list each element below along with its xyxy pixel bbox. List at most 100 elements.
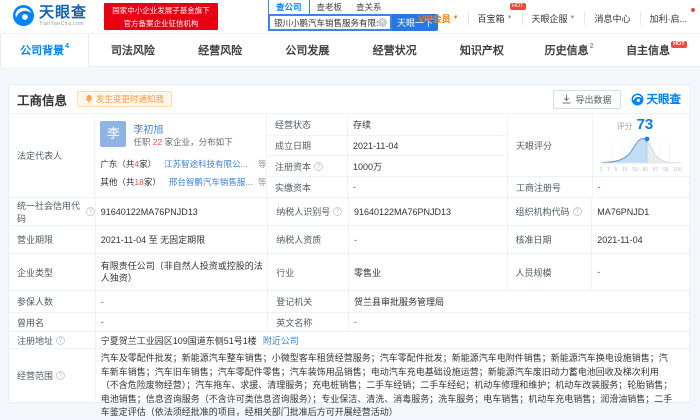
tab-company-background[interactable]: 公司背景 4: [0, 34, 90, 67]
company-nav-tabs: 公司背景 4 司法风险 经营风险 公司发展 经营状况 知识产权 历史信息 2 自主信…: [0, 33, 700, 67]
menu-enterprise-service[interactable]: 天眼企服 ▼: [521, 11, 585, 25]
score-distribution-chart[interactable]: 评分 73 0 1 5 15 50 85 97 99 100: [593, 114, 689, 176]
tab-judicial-risk[interactable]: 司法风险: [89, 34, 176, 66]
field-value: 2021-11-04: [353, 140, 399, 151]
bell-curve-chart: [601, 136, 681, 164]
field-value: -: [597, 182, 601, 193]
table-row: 经营状态 存续: [267, 114, 507, 135]
gov-badge-line2: 官方备案企业征信机构: [123, 19, 199, 28]
field-value: 宁夏贺兰工业园区109国道东侧51号1楼 附近公司: [96, 332, 689, 348]
gov-badge-line1: 国家中小企业发展子基金旗下: [112, 6, 210, 15]
tab-company-development[interactable]: 公司发展: [264, 34, 351, 66]
tab-intellectual-property[interactable]: 知识产权: [438, 34, 525, 66]
field-label: 人员规模: [508, 254, 593, 290]
table-row: 注册资本? 1000万: [267, 155, 507, 177]
field-label: 经营状态: [267, 114, 348, 135]
field-value: -: [353, 182, 356, 193]
legal-rep-tenure: 任职 22 家企业，分布如下: [133, 137, 233, 147]
search-tab-relation[interactable]: 查关系: [349, 0, 389, 14]
menu-treasure-box[interactable]: 百宝箱 ▼ HOT: [467, 2, 526, 25]
tab-history-info[interactable]: 历史信息 2: [526, 34, 613, 66]
related-company-link[interactable]: 邢台智鹏汽车销售服...: [169, 176, 254, 188]
field-label: 纳税人识别号?: [268, 198, 349, 225]
field-label: 营业期限: [9, 226, 96, 253]
tianyancha-logo-icon: [631, 93, 643, 105]
site-logo[interactable]: 天眼查 TianYanCha.com: [12, 4, 87, 27]
field-label: 经营范围?: [9, 349, 96, 402]
watermark-brand: 天眼查: [631, 91, 681, 107]
field-label: 成立日期: [267, 135, 348, 156]
field-label: 天眼评分: [508, 114, 593, 177]
table-row-address: 注册地址? 宁夏贺兰工业园区109国道东侧51号1楼 附近公司: [9, 331, 689, 348]
more-link[interactable]: 等: [258, 176, 266, 188]
help-icon[interactable]: ?: [314, 161, 324, 171]
search-tab-boss[interactable]: 查老板: [310, 0, 350, 14]
tab-operation-risk[interactable]: 经营风险: [177, 34, 264, 66]
field-value: 2021-11-04 至 无固定期限: [96, 226, 269, 253]
tab-self-info[interactable]: 自主信息 HOT: [613, 34, 700, 66]
more-link[interactable]: 等: [258, 158, 266, 170]
top-menu: VIP会员 ▼ 百宝箱 ▼ HOT 天眼企服 ▼ 消息中心 加利·启...: [409, 2, 697, 25]
field-label: 行业: [268, 254, 349, 290]
help-icon[interactable]: ?: [85, 207, 95, 216]
avatar[interactable]: 李: [100, 121, 127, 147]
field-value: 1000万: [353, 161, 383, 172]
gov-certification-badge: 国家中小企业发展子基金旗下 官方备案企业征信机构: [104, 3, 218, 30]
field-value: -: [354, 317, 358, 327]
search-tabs: 查公司 查老板 查关系: [268, 0, 389, 14]
help-icon[interactable]: ?: [572, 207, 582, 216]
field-label: 注册资本?: [267, 156, 348, 177]
table-row: 企业类型 有限责任公司（非自然人投资或控股的法人独资） 行业 零售业 人员规模 …: [9, 253, 689, 290]
help-icon[interactable]: ?: [333, 207, 343, 216]
nearby-companies-link[interactable]: 附近公司: [263, 334, 299, 347]
score-axis-ticks: 0 1 5 15 50 85 97 99 100: [599, 167, 682, 173]
export-data-button[interactable]: 导出数据: [553, 89, 621, 109]
legal-rep-cell: 李 李初旭 任职 22 家企业，分布如下 广东（共4家） 江苏智途科技有限公..…: [95, 114, 267, 197]
field-value: 贺兰县审批服务管理局: [354, 297, 445, 307]
menu-message-center[interactable]: 消息中心: [584, 11, 639, 25]
tab-count: 4: [65, 42, 70, 50]
card-header: 工商信息 发生变更时通知我 导出数据 天眼查: [9, 85, 689, 113]
legal-rep-name-link[interactable]: 李初旭: [133, 121, 163, 136]
clear-icon[interactable]: ×: [378, 18, 387, 27]
notification-dot: [691, 7, 695, 12]
logo-text: 天眼查: [39, 3, 88, 21]
notify-on-change-button[interactable]: 发生变更时通知我: [77, 91, 173, 107]
hot-badge: HOT: [509, 2, 526, 10]
field-label: 纳税人资质: [268, 226, 349, 253]
table-row: 工商注册号 -: [508, 176, 689, 197]
field-label: 英文名称: [268, 313, 350, 331]
menu-user-account[interactable]: 加利·启...: [639, 7, 697, 25]
score-marker-dot: [644, 136, 649, 142]
tab-count: 2: [589, 42, 594, 50]
field-label: 组织机构代码?: [508, 198, 593, 225]
bell-icon: [85, 95, 93, 103]
field-label: 企业类型: [9, 254, 96, 290]
tab-operation-status[interactable]: 经营状况: [351, 34, 438, 66]
field-value: 存续: [353, 119, 372, 130]
field-label: 核准日期: [508, 226, 593, 253]
table-row-business-scope: 经营范围? 汽车及零配件批发；新能源汽车整车销售；小微型客车租赁经营服务；汽车零…: [9, 348, 689, 417]
tianyancha-logo-icon: [12, 4, 35, 27]
top-bar: 天眼查 TianYanCha.com 国家中小企业发展子基金旗下 官方备案企业征…: [0, 0, 700, 33]
help-icon[interactable]: ?: [56, 371, 66, 380]
search-input[interactable]: [270, 17, 378, 28]
field-value: -: [597, 267, 601, 277]
search-tab-company[interactable]: 查公司: [268, 0, 310, 14]
menu-vip[interactable]: VIP会员 ▼: [409, 12, 467, 25]
field-value: 2021-11-04: [597, 234, 643, 245]
table-row: 实缴资本 -: [267, 176, 507, 197]
related-company-link[interactable]: 江苏智途科技有限公...: [164, 158, 254, 170]
field-label: 法定代表人: [9, 114, 96, 197]
field-label: 曾用名: [9, 313, 96, 331]
help-icon[interactable]: ?: [56, 335, 66, 345]
table-row: 参保人数 - 登记机关 贺兰县审批服务管理局: [9, 290, 689, 312]
field-label: 统一社会信用代码?: [9, 198, 96, 225]
tianyan-score-cell: 天眼评分 评分 73 0 1 5 15 50 85 97 99 100: [508, 114, 689, 177]
score-value: 73: [636, 116, 654, 133]
field-value: 有限责任公司（非自然人投资或控股的法人独资）: [96, 254, 269, 290]
chevron-down-icon: ▼: [569, 15, 576, 21]
hot-badge: HOT: [671, 40, 687, 48]
score-word: 评分: [616, 122, 633, 131]
table-row: 统一社会信用代码? 91640122MA76PNJD13 纳税人识别号? 916…: [9, 197, 689, 225]
